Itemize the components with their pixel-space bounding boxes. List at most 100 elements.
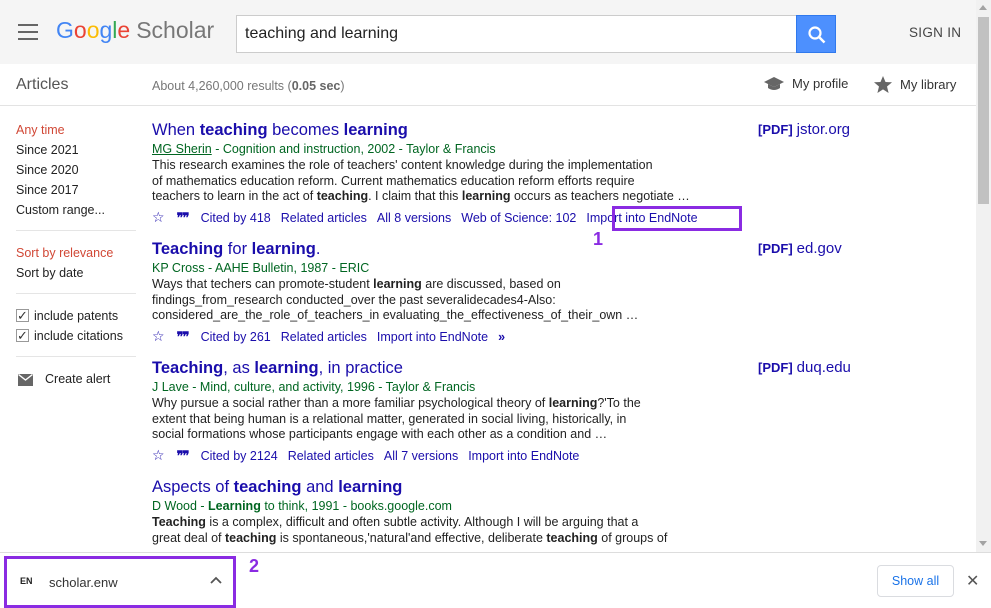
highlighted-term: learning [373, 277, 422, 291]
highlighted-term: Learning [208, 499, 261, 513]
close-icon[interactable]: ✕ [966, 571, 979, 591]
highlighted-term: teaching [316, 189, 369, 203]
chevron-up-icon[interactable] [209, 574, 223, 588]
create-alert-link[interactable]: Create alert [16, 369, 138, 389]
hamburger-menu-icon[interactable] [18, 24, 38, 40]
result-authors: J Lave - Mind, culture, and activity, 19… [152, 380, 476, 394]
search-button[interactable] [796, 15, 836, 53]
filter-custom-range[interactable]: Custom range... [16, 200, 138, 220]
result-title-link[interactable]: Teaching for learning. [152, 239, 752, 259]
sign-in-button[interactable]: SIGN IN [909, 25, 961, 40]
related-articles-link[interactable]: Related articles [288, 449, 374, 463]
sort-by-date[interactable]: Sort by date [16, 263, 138, 283]
cite-quote-icon[interactable]: ❞❞ [177, 449, 190, 464]
text-fragment: and [301, 478, 339, 496]
cited-by-link[interactable]: Cited by 418 [201, 211, 271, 225]
all-versions-link[interactable]: All 8 versions [377, 211, 451, 225]
google-scholar-logo[interactable]: Google Scholar [56, 17, 214, 44]
text-fragment: teachers to learn in the act of [152, 189, 317, 203]
highlighted-term: Teaching [152, 240, 224, 258]
text-fragment: . [315, 240, 321, 258]
envelope-icon [18, 373, 33, 386]
text-fragment: great deal of [152, 530, 225, 545]
pdf-link[interactable]: [PDF] ed.gov [758, 240, 842, 257]
scroll-up-arrow-icon[interactable] [979, 5, 987, 10]
result-title-link[interactable]: Teaching, as learning, in practice [152, 358, 752, 378]
text-fragment: occurs as teachers negotiate … [510, 189, 690, 203]
import-endnote-link[interactable]: Import into EndNote [468, 449, 579, 463]
download-file-name: scholar.enw [49, 575, 118, 590]
my-library-link[interactable]: My library [874, 76, 956, 93]
divider [16, 356, 136, 357]
highlighted-term: teaching [546, 530, 598, 545]
download-item[interactable]: EN scholar.enw [4, 556, 236, 608]
filter-since-2017[interactable]: Since 2017 [16, 180, 138, 200]
my-profile-link[interactable]: My profile [764, 76, 848, 92]
sub-header: Articles About 4,260,000 results (0.05 s… [0, 64, 976, 106]
result-title-link[interactable]: Aspects of teaching and learning [152, 477, 752, 497]
all-versions-link[interactable]: All 7 versions [384, 449, 458, 463]
text-fragment: . I claim that this [368, 189, 462, 203]
result-snippet: This research examines the role of teach… [152, 158, 692, 205]
text-fragment: Aspects of [152, 478, 234, 496]
web-of-science-link[interactable]: Web of Science: 102 [461, 211, 576, 225]
text-fragment: This research examines the role of teach… [152, 158, 653, 172]
related-articles-link[interactable]: Related articles [281, 330, 367, 344]
graduation-cap-icon [764, 77, 784, 90]
highlighted-term: learning [343, 121, 408, 139]
highlighted-term: Teaching [152, 515, 206, 529]
highlighted-term: teaching [224, 530, 277, 545]
text-fragment: are discussed, based on [421, 277, 561, 291]
highlighted-term: learning [461, 189, 511, 203]
scroll-down-arrow-icon[interactable] [979, 541, 987, 546]
highlighted-term: teaching [199, 121, 268, 139]
include-patents-checkbox[interactable]: include patents [16, 306, 138, 326]
result-authors: D Wood - Learning to think, 1991 - books… [152, 497, 752, 515]
filter-since-2020[interactable]: Since 2020 [16, 160, 138, 180]
cited-by-link[interactable]: Cited by 261 [201, 330, 271, 344]
cite-quote-icon[interactable]: ❞❞ [177, 330, 190, 345]
result-title-link[interactable]: When teaching becomes learning [152, 120, 752, 140]
download-bar: EN scholar.enw 2 Show all ✕ [0, 552, 991, 608]
highlighted-term: learning [338, 478, 403, 496]
cite-quote-icon[interactable]: ❞❞ [177, 211, 190, 226]
checkbox-checked-icon[interactable] [16, 326, 29, 346]
divider [16, 293, 136, 294]
highlighted-term: learning [251, 240, 316, 258]
result-authors: MG Sherin - Cognition and instruction, 2… [152, 142, 496, 156]
pdf-link[interactable]: [PDF] duq.edu [758, 359, 851, 376]
vertical-scrollbar[interactable] [976, 0, 991, 552]
filter-since-2021[interactable]: Since 2021 [16, 140, 138, 160]
save-star-icon[interactable]: ☆ [152, 447, 165, 463]
import-endnote-link[interactable]: Import into EndNote [377, 330, 488, 344]
search-input[interactable]: teaching and learning [236, 15, 798, 53]
articles-title[interactable]: Articles [16, 76, 68, 94]
cited-by-link[interactable]: Cited by 2124 [201, 449, 278, 463]
author-link[interactable]: MG Sherin [152, 142, 212, 156]
scroll-thumb[interactable] [978, 17, 989, 204]
result-snippet: Why pursue a social rather than a more f… [152, 396, 692, 443]
save-star-icon[interactable]: ☆ [152, 209, 165, 225]
more-options-icon[interactable]: » [498, 330, 505, 344]
show-all-button[interactable]: Show all [877, 565, 954, 597]
result-snippet: Ways that techers can promote-student le… [152, 277, 692, 324]
save-star-icon[interactable]: ☆ [152, 328, 165, 344]
text-fragment: becomes [267, 121, 344, 139]
text-fragment: Ways that techers can promote-student [152, 277, 374, 291]
include-citations-checkbox[interactable]: include citations [16, 326, 138, 346]
star-icon [874, 76, 892, 93]
filter-sidebar: Any time Since 2021 Since 2020 Since 201… [16, 120, 138, 389]
result-authors: KP Cross - AAHE Bulletin, 1987 - ERIC [152, 261, 370, 275]
highlighted-term: teaching [233, 478, 302, 496]
filter-any-time[interactable]: Any time [16, 120, 138, 140]
result-actions: ☆ ❞❞ Cited by 2124 Related articles All 7 ve… [152, 445, 752, 467]
text-fragment: social formations whose participants eng… [152, 427, 608, 441]
sort-by-relevance[interactable]: Sort by relevance [16, 243, 138, 263]
pdf-link[interactable]: [PDF] jstor.org [758, 121, 850, 138]
endnote-file-icon: EN [20, 576, 33, 586]
text-fragment: D Wood - [152, 499, 209, 513]
highlighted-term: Teaching [152, 359, 224, 377]
checkbox-checked-icon[interactable] [16, 306, 29, 326]
text-fragment: of groups of [597, 530, 668, 545]
related-articles-link[interactable]: Related articles [281, 211, 367, 225]
